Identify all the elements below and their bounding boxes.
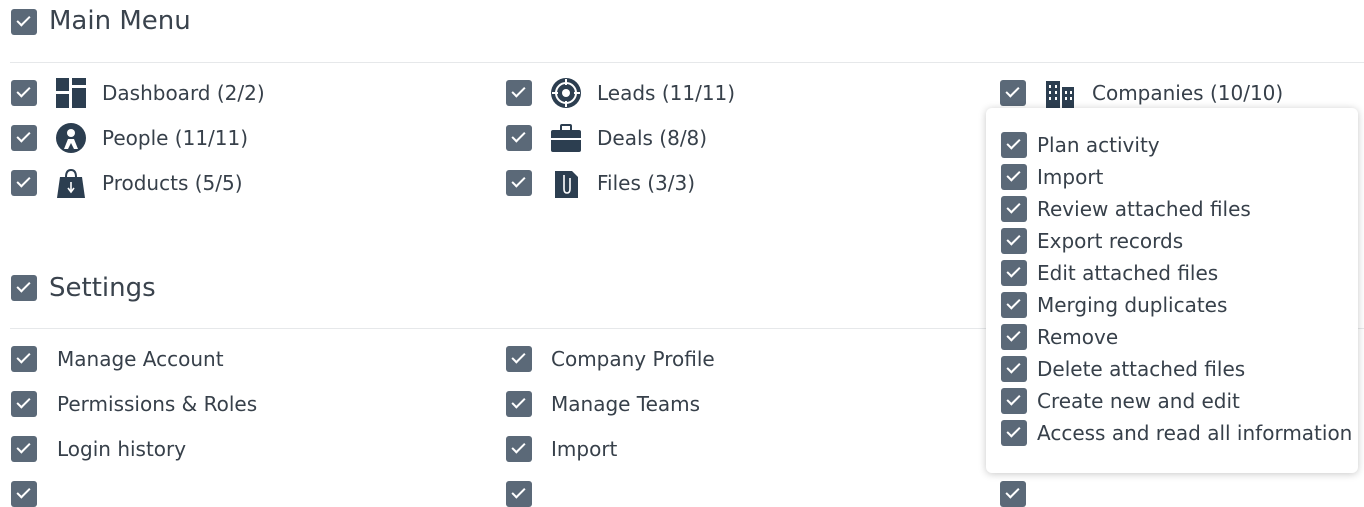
- buildings-icon: [1046, 81, 1074, 108]
- create-new-and-edit-label: Create new and edit: [1037, 389, 1240, 413]
- export-records-checkbox[interactable]: [1001, 228, 1027, 254]
- delete-attached-files-label: Delete attached files: [1037, 357, 1246, 381]
- merging-duplicates-label: Merging duplicates: [1037, 293, 1228, 317]
- people-label: People (11/11): [102, 126, 249, 150]
- company-profile-checkbox[interactable]: [506, 346, 532, 372]
- people-checkbox[interactable]: [11, 125, 37, 151]
- access-read-all-label: Access and read all information: [1037, 421, 1353, 445]
- manage-account-checkbox[interactable]: [11, 346, 37, 372]
- settings-title: Settings: [49, 273, 156, 303]
- edit-attached-files-label: Edit attached files: [1037, 261, 1219, 285]
- review-attached-files-label: Review attached files: [1037, 197, 1251, 221]
- deals-checkbox[interactable]: [506, 125, 532, 151]
- remove-label: Remove: [1037, 325, 1119, 349]
- person-icon: [56, 123, 86, 153]
- export-records-label: Export records: [1037, 229, 1184, 253]
- main-menu-divider: [10, 62, 1364, 63]
- popup-import-checkbox[interactable]: [1001, 164, 1027, 190]
- merging-duplicates-checkbox[interactable]: [1001, 292, 1027, 318]
- files-checkbox[interactable]: [506, 170, 532, 196]
- main-menu-title: Main Menu: [49, 6, 191, 36]
- company-profile-label: Company Profile: [551, 347, 715, 371]
- permissions-roles-label: Permissions & Roles: [57, 392, 258, 416]
- login-history-checkbox[interactable]: [11, 436, 37, 462]
- plan-activity-label: Plan activity: [1037, 133, 1160, 157]
- delete-attached-files-checkbox[interactable]: [1001, 356, 1027, 382]
- permissions-roles-checkbox[interactable]: [11, 391, 37, 417]
- main-menu-checkbox[interactable]: [11, 9, 37, 35]
- target-icon: [551, 78, 581, 108]
- popup-import-label: Import: [1037, 165, 1104, 189]
- leads-label: Leads (11/11): [597, 81, 736, 105]
- login-history-label: Login history: [57, 437, 187, 461]
- dashboard-label: Dashboard (2/2): [102, 81, 265, 105]
- companies-checkbox[interactable]: [1000, 80, 1026, 106]
- companies-permissions-popup: Plan activity Import Review attached fil…: [986, 108, 1358, 473]
- manage-teams-label: Manage Teams: [551, 392, 701, 416]
- access-read-all-checkbox[interactable]: [1001, 420, 1027, 446]
- edit-attached-files-checkbox[interactable]: [1001, 260, 1027, 286]
- paperclip-file-icon: [555, 171, 578, 198]
- manage-teams-checkbox[interactable]: [506, 391, 532, 417]
- companies-label: Companies (10/10): [1092, 81, 1284, 105]
- settings-checkbox[interactable]: [11, 275, 37, 301]
- dashboard-icon: [56, 78, 86, 108]
- leads-checkbox[interactable]: [506, 80, 532, 106]
- remove-checkbox[interactable]: [1001, 324, 1027, 350]
- review-attached-files-checkbox[interactable]: [1001, 196, 1027, 222]
- deals-label: Deals (8/8): [597, 126, 708, 150]
- import-label: Import: [551, 437, 618, 461]
- plan-activity-checkbox[interactable]: [1001, 132, 1027, 158]
- products-checkbox[interactable]: [11, 170, 37, 196]
- shopping-bag-icon: [57, 168, 85, 198]
- dashboard-checkbox[interactable]: [11, 80, 37, 106]
- files-label: Files (3/3): [597, 171, 696, 195]
- create-new-and-edit-checkbox[interactable]: [1001, 388, 1027, 414]
- import-checkbox[interactable]: [506, 436, 532, 462]
- manage-account-label: Manage Account: [57, 347, 224, 371]
- products-label: Products (5/5): [102, 171, 243, 195]
- briefcase-icon: [551, 124, 581, 152]
